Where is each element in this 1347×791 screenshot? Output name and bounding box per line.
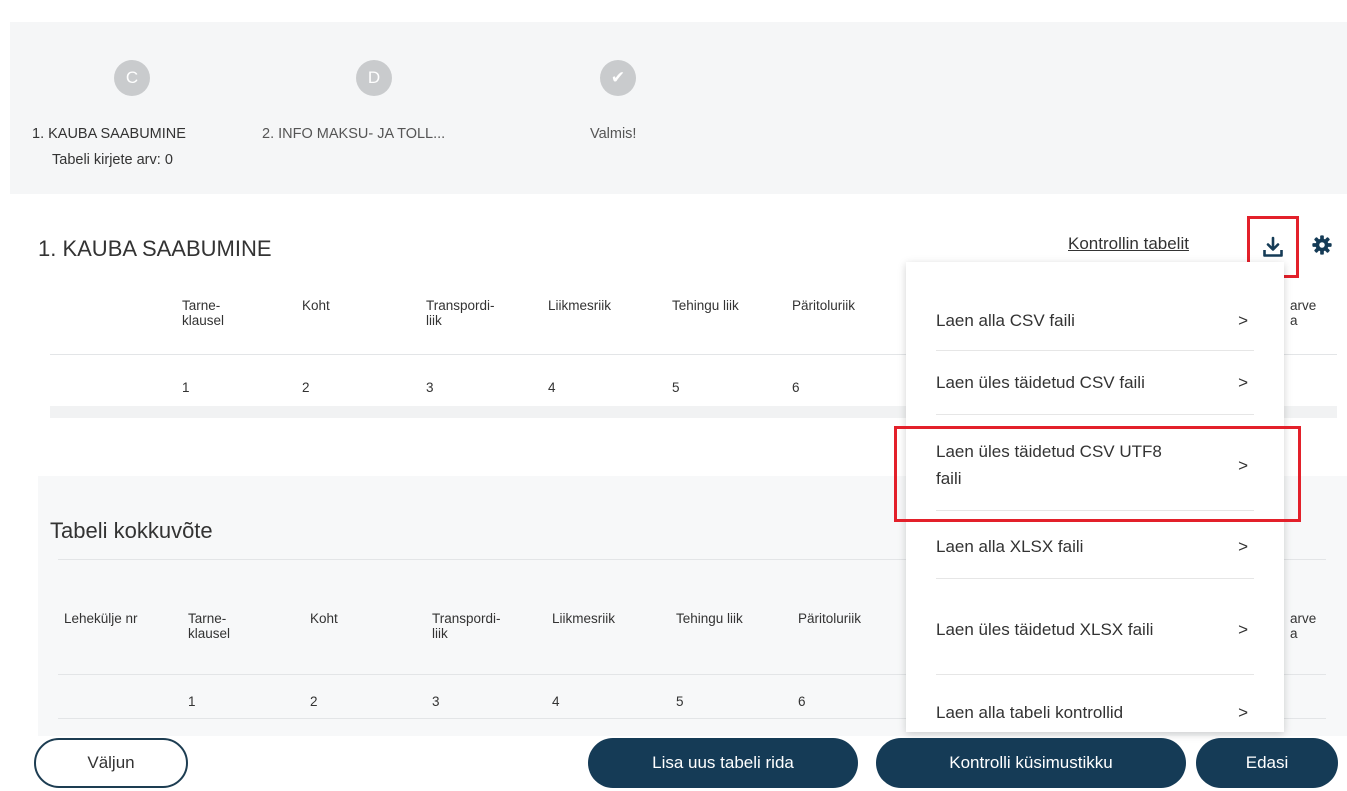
next-button[interactable]: Edasi [1196, 738, 1338, 788]
divider [936, 674, 1254, 675]
step-label-info-maksu[interactable]: 2. INFO MAKSU- JA TOLL... [262, 126, 445, 142]
menu-item-download-xlsx[interactable]: Laen alla XLSX faili > [936, 528, 1254, 566]
main-table-title: 1. KAUBA SAABUMINE [38, 236, 272, 261]
menu-item-label: Laen alla XLSX faili [936, 537, 1084, 556]
check-table-link[interactable]: Kontrollin tabelit [1068, 234, 1189, 254]
column-header: Tarne- klausel [188, 611, 231, 641]
table-cell: 4 [552, 694, 560, 709]
table-cell: 4 [548, 380, 556, 395]
menu-item-upload-csv-utf8[interactable]: Laen üles täidetud CSV UTF8 faili > [936, 432, 1254, 498]
menu-item-label: Laen üles täidetud CSV UTF8 faili [936, 442, 1162, 488]
column-header: Tehingu liik [672, 298, 739, 313]
record-count: Tabeli kirjete arv: 0 [52, 152, 173, 168]
add-table-row-button[interactable]: Lisa uus tabeli rida [588, 738, 858, 788]
chevron-right-icon: > [1238, 455, 1248, 475]
column-header: Lehekülje nr [64, 611, 138, 626]
table-cell: 5 [672, 380, 680, 395]
chevron-right-icon: > [1238, 537, 1248, 556]
table-cell: 2 [302, 380, 310, 395]
chevron-right-icon: > [1238, 373, 1248, 392]
summary-title: Tabeli kokkuvõte [50, 518, 213, 543]
menu-item-download-csv[interactable]: Laen alla CSV faili > [936, 302, 1254, 340]
chevron-right-icon: > [1238, 311, 1248, 330]
check-icon[interactable]: ✔ [600, 60, 636, 96]
divider [936, 510, 1254, 511]
column-header: Koht [302, 298, 330, 313]
check-questionnaire-button[interactable]: Kontrolli küsimustikku [876, 738, 1186, 788]
divider [936, 578, 1254, 579]
stepper-panel: C D ✔ 1. KAUBA SAABUMINE 2. INFO MAKSU- … [10, 22, 1347, 194]
menu-item-upload-csv[interactable]: Laen üles täidetud CSV faili > [936, 364, 1254, 402]
menu-item-label: Laen alla CSV faili [936, 311, 1075, 330]
download-dropdown-menu: Laen alla CSV faili > Laen üles täidetud… [906, 262, 1284, 732]
step-label-kauba-saabumine[interactable]: 1. KAUBA SAABUMINE [32, 126, 186, 142]
chevron-right-icon: > [1238, 619, 1248, 639]
column-header: Liikmesriik [552, 611, 616, 626]
divider [936, 414, 1254, 415]
column-header: Päritoluriik [792, 298, 856, 313]
table-cell: 3 [426, 380, 434, 395]
exit-button[interactable]: Väljun [34, 738, 188, 788]
table-cell: 5 [676, 694, 684, 709]
table-cell: 3 [432, 694, 440, 709]
column-header: Transpordi- liik [426, 298, 495, 328]
menu-item-upload-xlsx[interactable]: Laen üles täidetud XLSX faili > [936, 596, 1254, 662]
table-cell: 1 [188, 694, 196, 709]
settings-button[interactable] [1307, 230, 1337, 260]
step-badge-d[interactable]: D [356, 60, 392, 96]
column-header: Koht [310, 611, 338, 626]
column-header-partial: arve a [1290, 298, 1317, 328]
menu-item-label: Laen üles täidetud XLSX faili [936, 619, 1154, 639]
divider [936, 350, 1254, 351]
column-header: Transpordi- liik [432, 611, 501, 641]
column-header: Tarne- klausel [182, 298, 225, 328]
table-cell: 6 [798, 694, 806, 709]
step-label-valmis[interactable]: Valmis! [590, 126, 636, 142]
chevron-right-icon: > [1238, 703, 1248, 722]
table-cell: 1 [182, 380, 190, 395]
gear-icon [1312, 235, 1332, 255]
column-header: Päritoluriik [798, 611, 862, 626]
menu-item-label: Laen üles täidetud CSV faili [936, 373, 1145, 392]
table-cell: 6 [792, 380, 800, 395]
step-badge-c[interactable]: C [114, 60, 150, 96]
download-icon [1263, 236, 1283, 257]
column-header-partial: arve a [1290, 611, 1317, 641]
column-header: Liikmesriik [548, 298, 612, 313]
menu-item-download-controls[interactable]: Laen alla tabeli kontrollid > [936, 694, 1254, 732]
table-cell: 2 [310, 694, 318, 709]
menu-item-label: Laen alla tabeli kontrollid [936, 703, 1124, 722]
column-header: Tehingu liik [676, 611, 743, 626]
